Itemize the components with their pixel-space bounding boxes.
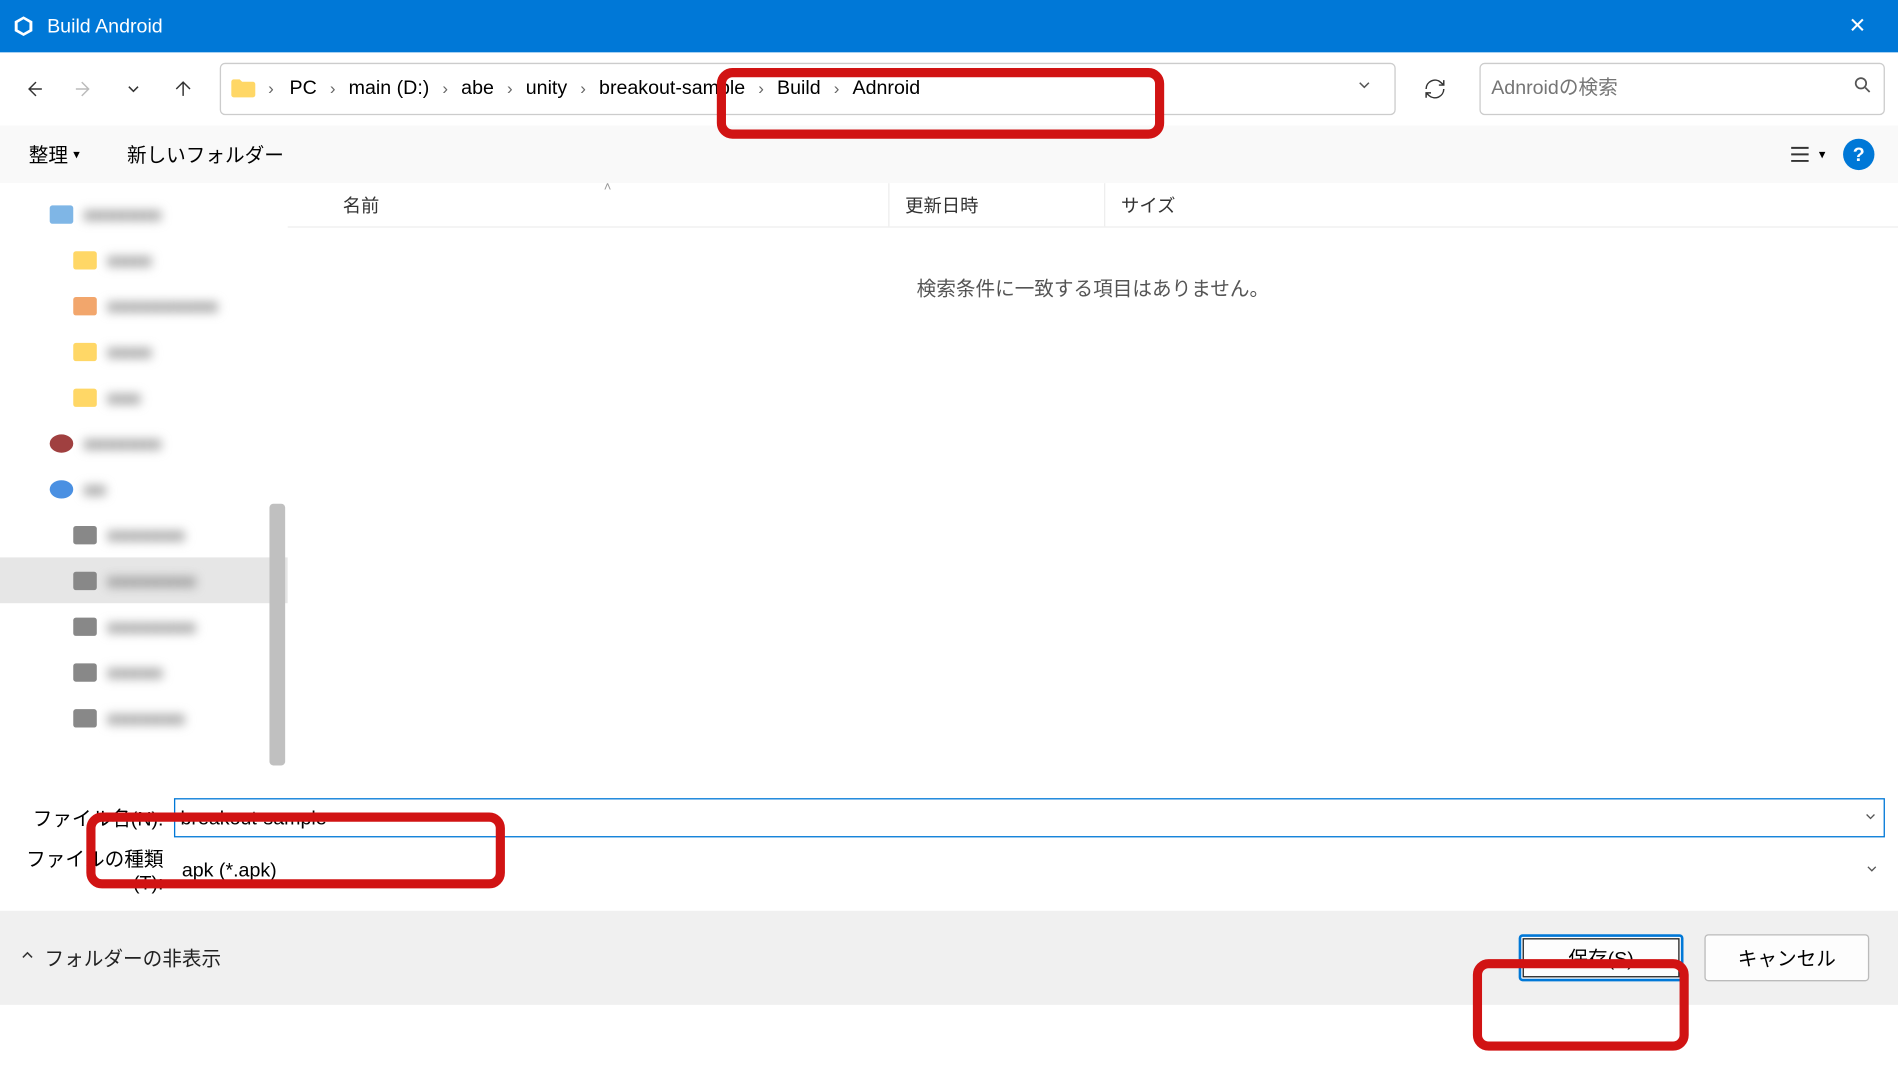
breadcrumb-item[interactable]: Adnroid xyxy=(845,72,928,105)
breadcrumb-item[interactable]: breakout-sample xyxy=(591,72,753,105)
chevron-right-icon[interactable]: › xyxy=(266,79,282,99)
file-list: 名前 ˄ 更新日時 サイズ 検索条件に一致する項目はありません。 xyxy=(288,183,1898,785)
titlebar: Build Android ✕ xyxy=(0,0,1898,52)
filename-dropdown[interactable] xyxy=(1863,808,1879,828)
sidebar-item-selected: ■■■■■■■■ xyxy=(0,557,288,603)
cancel-button[interactable]: キャンセル xyxy=(1704,934,1869,981)
view-options-button[interactable]: ▾ xyxy=(1786,133,1828,175)
filetype-label: ファイルの種類(T): xyxy=(24,845,174,895)
window-title: Build Android xyxy=(47,15,163,37)
filename-input[interactable] xyxy=(181,807,1876,829)
filetype-value: apk (*.apk) xyxy=(179,859,1877,881)
caret-down-icon: ▾ xyxy=(73,147,80,161)
close-icon: ✕ xyxy=(1849,13,1867,39)
filetype-select[interactable]: apk (*.apk) xyxy=(174,850,1885,889)
filename-label: ファイル名(N): xyxy=(24,804,174,831)
save-button[interactable]: 保存(S) xyxy=(1519,934,1684,981)
help-button[interactable]: ? xyxy=(1843,139,1874,170)
search-icon xyxy=(1852,75,1873,102)
column-name[interactable]: 名前 ˄ xyxy=(327,183,889,226)
breadcrumb-item[interactable]: PC xyxy=(282,72,325,105)
filetype-row: ファイルの種類(T): apk (*.apk) xyxy=(24,845,1885,895)
new-folder-button[interactable]: 新しいフォルダー xyxy=(122,133,289,176)
chevron-right-icon[interactable]: › xyxy=(575,79,591,99)
breadcrumb-item[interactable]: main (D:) xyxy=(341,72,437,105)
recent-dropdown-button[interactable] xyxy=(112,67,154,109)
help-icon: ? xyxy=(1853,143,1865,165)
refresh-button[interactable] xyxy=(1409,62,1461,114)
empty-message: 検索条件に一致する項目はありません。 xyxy=(288,228,1898,350)
sidebar-scrollbar[interactable] xyxy=(269,504,285,766)
chevron-right-icon[interactable]: › xyxy=(437,79,453,99)
breadcrumb-dropdown[interactable] xyxy=(1342,71,1386,106)
breadcrumb-item[interactable]: abe xyxy=(453,72,501,105)
unity-icon xyxy=(10,13,36,39)
filetype-dropdown[interactable] xyxy=(1864,860,1880,880)
sort-ascending-icon: ˄ xyxy=(604,181,612,195)
back-button[interactable] xyxy=(13,67,55,109)
breadcrumb-item[interactable]: Build xyxy=(769,72,828,105)
breadcrumb-item[interactable]: unity xyxy=(518,72,575,105)
hide-folders-toggle[interactable]: フォルダーの非表示 xyxy=(18,944,221,971)
search-box[interactable] xyxy=(1479,62,1884,114)
organize-menu[interactable]: 整理 ▾ xyxy=(24,133,86,176)
forward-button[interactable] xyxy=(63,67,105,109)
chevron-right-icon[interactable]: › xyxy=(325,79,341,99)
toolbar: 整理 ▾ 新しいフォルダー ▾ ? xyxy=(0,126,1898,184)
column-date[interactable]: 更新日時 xyxy=(889,183,1105,226)
folder-tree-sidebar[interactable]: ■■■■■■■ ■■■■ ■■■■■■■■■■ ■■■■ ■■■ ■■■■■■■… xyxy=(0,183,288,785)
chevron-right-icon[interactable]: › xyxy=(753,79,769,99)
main-area: ■■■■■■■ ■■■■ ■■■■■■■■■■ ■■■■ ■■■ ■■■■■■■… xyxy=(0,183,1898,785)
caret-down-icon: ▾ xyxy=(1819,147,1826,161)
filename-panel: ファイル名(N): ファイルの種類(T): apk (*.apk) xyxy=(0,785,1898,911)
chevron-up-icon xyxy=(18,946,36,970)
chevron-right-icon[interactable]: › xyxy=(502,79,518,99)
filename-row: ファイル名(N): xyxy=(24,798,1885,837)
breadcrumb-bar[interactable]: › PC › main (D:) › abe › unity › breakou… xyxy=(220,62,1396,114)
up-button[interactable] xyxy=(162,67,204,109)
column-size[interactable]: サイズ xyxy=(1105,183,1275,226)
chevron-right-icon[interactable]: › xyxy=(829,79,845,99)
footer: フォルダーの非表示 保存(S) キャンセル xyxy=(0,911,1898,1005)
file-list-header: 名前 ˄ 更新日時 サイズ xyxy=(288,183,1898,227)
navigation-row: › PC › main (D:) › abe › unity › breakou… xyxy=(0,52,1898,125)
folder-icon xyxy=(229,74,258,103)
filename-input-wrap[interactable] xyxy=(174,798,1885,837)
search-input[interactable] xyxy=(1491,77,1852,99)
close-button[interactable]: ✕ xyxy=(1827,0,1887,52)
